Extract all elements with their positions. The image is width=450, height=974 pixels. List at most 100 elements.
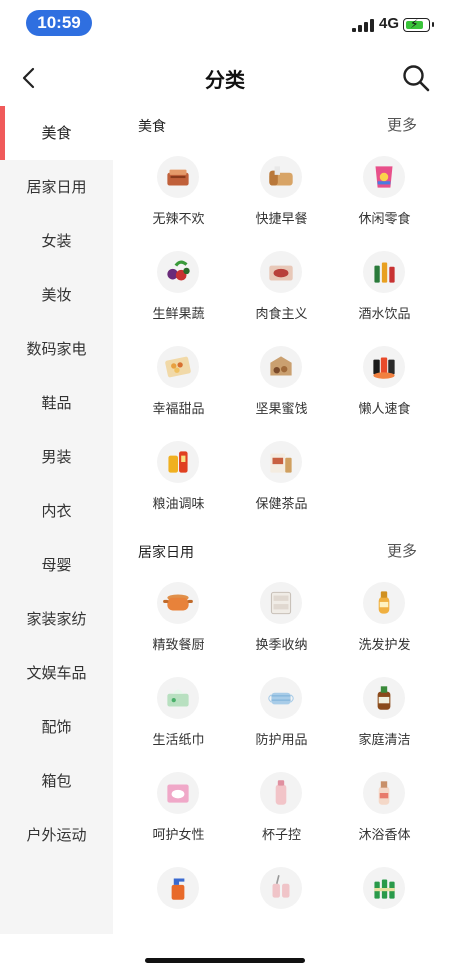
spicy-meat-icon (157, 156, 199, 198)
subcategory-item[interactable]: 坚果蜜饯 (230, 334, 333, 429)
cup-set-icon (260, 867, 302, 909)
tea-box-icon (260, 441, 302, 483)
sidebar-item[interactable]: 母婴 (0, 538, 113, 592)
subcategory-label: 坚果蜜饯 (255, 402, 308, 417)
subcategory-item[interactable]: 粮油调味 (127, 429, 230, 524)
network-label: 4G (379, 15, 400, 32)
category-sidebar: 美食 居家日用 女装 美妆 数码家电 鞋品 男装 内衣 母婴 家装家纺 文娱车品 配饰 箱包 户外运动 (0, 106, 113, 934)
section-title: 居家日用 (138, 545, 194, 561)
subcategory-label: 粮油调味 (152, 497, 205, 512)
sidebar-item[interactable]: 居家日用 (0, 160, 113, 214)
water-cup-icon (260, 772, 302, 814)
subcategory-label: 生活纸巾 (152, 733, 205, 748)
status-time: 10:59 (26, 10, 92, 36)
battery-icon: ⚡ (403, 17, 434, 32)
subcategory-item[interactable]: 幸福甜品 (127, 334, 230, 429)
sidebar-item[interactable]: 男装 (0, 430, 113, 484)
meat-box-icon (260, 251, 302, 293)
subcategory-item[interactable]: 快捷早餐 (230, 144, 333, 239)
disinfectant-bottle-icon (363, 677, 405, 719)
sidebar-item[interactable]: 箱包 (0, 754, 113, 808)
nuts-box-icon (260, 346, 302, 388)
subcategory-item[interactable] (127, 855, 230, 934)
subcategory-label: 酒水饮品 (358, 307, 411, 322)
status-bar: 10:59 4G ⚡ (0, 0, 450, 48)
category-content: 美食 更多 无辣不欢 快捷早餐 休闲零食 生鲜果蔬 肉食主义 酒水饮品 幸福甜品 坚果蜜饯 懒人速食… (113, 106, 450, 934)
subcategory-grid: 精致餐厨 换季收纳 洗发护发生活纸巾 防护用品 家庭清洁呵护女性 杯子控 沐浴香体 (127, 570, 450, 934)
sidebar-item[interactable]: 美食 (0, 106, 113, 160)
nav-bar: 分类 (0, 52, 450, 106)
subcategory-label: 保健茶品 (255, 497, 308, 512)
home-indicator[interactable] (145, 958, 305, 963)
subcategory-item[interactable] (230, 855, 333, 934)
instant-food-icon (363, 346, 405, 388)
sidebar-item[interactable]: 美妆 (0, 268, 113, 322)
subcategory-item[interactable]: 生活纸巾 (127, 665, 230, 760)
page-title: 分类 (205, 68, 245, 92)
subcategory-item[interactable] (333, 855, 436, 934)
section-title: 美食 (138, 119, 166, 135)
sidebar-item[interactable]: 户外运动 (0, 808, 113, 862)
subcategory-item[interactable]: 呵护女性 (127, 760, 230, 855)
subcategory-label: 精致餐厨 (152, 638, 205, 653)
subcategory-item[interactable]: 酒水饮品 (333, 239, 436, 334)
subcategory-item[interactable]: 生鲜果蔬 (127, 239, 230, 334)
more-link[interactable]: 更多 (387, 114, 417, 135)
shampoo-bottle-icon (363, 582, 405, 624)
subcategory-label: 无辣不欢 (152, 212, 205, 227)
subcategory-item[interactable]: 精致餐厨 (127, 570, 230, 665)
subcategory-label: 幸福甜品 (152, 402, 205, 417)
sidebar-item[interactable]: 文娱车品 (0, 646, 113, 700)
sidebar-item[interactable]: 配饰 (0, 700, 113, 754)
face-mask-icon (260, 677, 302, 719)
subcategory-item[interactable]: 懒人速食 (333, 334, 436, 429)
section-header: 居家日用 更多 (113, 532, 450, 570)
category-section: 居家日用 更多精致餐厨 换季收纳 洗发护发生活纸巾 防护用品 家庭清洁呵护女性 杯子控 沐浴香… (113, 532, 450, 934)
dessert-box-icon (157, 346, 199, 388)
subcategory-label: 杯子控 (261, 828, 301, 843)
subcategory-item[interactable]: 家庭清洁 (333, 665, 436, 760)
body-wash-icon (363, 772, 405, 814)
cooking-pot-icon (157, 582, 199, 624)
subcategory-item[interactable]: 肉食主义 (230, 239, 333, 334)
sidebar-item[interactable]: 数码家电 (0, 322, 113, 376)
green-bottles-icon (363, 867, 405, 909)
sidebar-item[interactable]: 鞋品 (0, 376, 113, 430)
sidebar-item[interactable]: 女装 (0, 214, 113, 268)
search-button[interactable] (400, 62, 432, 94)
subcategory-item[interactable]: 防护用品 (230, 665, 333, 760)
bread-icon (260, 156, 302, 198)
subcategory-item[interactable]: 保健茶品 (230, 429, 333, 524)
subcategory-label: 懒人速食 (358, 402, 411, 417)
subcategory-item[interactable]: 换季收纳 (230, 570, 333, 665)
drink-bottles-icon (363, 251, 405, 293)
subcategory-item[interactable]: 沐浴香体 (333, 760, 436, 855)
subcategory-item[interactable]: 洗发护发 (333, 570, 436, 665)
category-section: 美食 更多无辣不欢 快捷早餐 休闲零食生鲜果蔬 肉食主义 酒水饮品幸福甜品 坚果蜜饯 懒人速食… (113, 106, 450, 524)
signal-icon (352, 18, 374, 32)
sidebar-item[interactable]: 家装家纺 (0, 592, 113, 646)
fruit-veg-icon (157, 251, 199, 293)
subcategory-item[interactable]: 休闲零食 (333, 144, 436, 239)
section-header: 美食 更多 (113, 106, 450, 144)
tissue-pack-icon (157, 677, 199, 719)
subcategory-label: 沐浴香体 (358, 828, 411, 843)
subcategory-label: 家庭清洁 (358, 733, 411, 748)
subcategory-label: 休闲零食 (358, 212, 411, 227)
oil-rice-icon (157, 441, 199, 483)
subcategory-grid: 无辣不欢 快捷早餐 休闲零食生鲜果蔬 肉食主义 酒水饮品幸福甜品 坚果蜜饯 懒人速食粮油调味… (127, 144, 450, 524)
search-icon (403, 65, 430, 92)
subcategory-label: 换季收纳 (255, 638, 308, 653)
subcategory-label: 呵护女性 (152, 828, 205, 843)
subcategory-item[interactable]: 杯子控 (230, 760, 333, 855)
storage-drawer-icon (260, 582, 302, 624)
chips-bag-icon (363, 156, 405, 198)
subcategory-label: 生鲜果蔬 (152, 307, 205, 322)
subcategory-label: 快捷早餐 (255, 212, 308, 227)
more-link[interactable]: 更多 (387, 540, 417, 561)
sidebar-item[interactable]: 内衣 (0, 484, 113, 538)
sanitary-pad-icon (157, 772, 199, 814)
subcategory-item[interactable]: 无辣不欢 (127, 144, 230, 239)
spray-cleaner-icon (157, 867, 199, 909)
subcategory-label: 肉食主义 (255, 307, 308, 322)
